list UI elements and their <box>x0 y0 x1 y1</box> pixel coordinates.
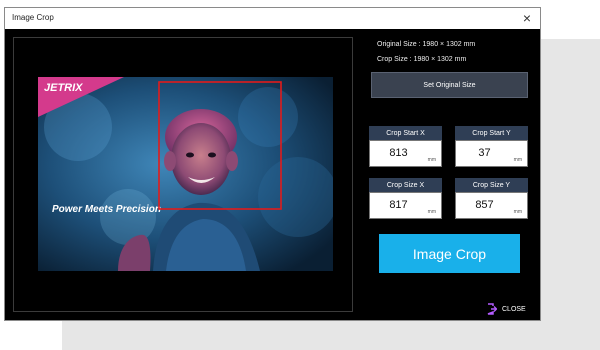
title-bar: Image Crop × <box>5 8 540 30</box>
crop-size-y-label: Crop Size Y <box>455 178 528 192</box>
crop-start-x-value: 813 <box>389 147 408 159</box>
crop-size-text: Crop Size : 1980 × 1302 mm <box>377 56 467 63</box>
crop-start-x-unit: mm <box>427 157 436 163</box>
crop-start-y-input[interactable]: 37 mm <box>455 140 528 167</box>
crop-start-y-value: 37 <box>478 147 491 159</box>
crop-start-y-label: Crop Start Y <box>455 126 528 140</box>
dialog-content: JETRIX Power Meets Precision Original Si… <box>5 29 540 320</box>
crop-start-x-label: Crop Start X <box>369 126 442 140</box>
window-close-icon[interactable]: × <box>519 9 535 27</box>
jetrix-logo: JETRIX <box>44 82 83 94</box>
preview-image: JETRIX Power Meets Precision <box>38 77 333 271</box>
crop-start-x-input[interactable]: 813 mm <box>369 140 442 167</box>
crop-size-x-value: 817 <box>389 199 408 211</box>
window-title: Image Crop <box>12 13 54 22</box>
crop-size-x-label: Crop Size X <box>369 178 442 192</box>
image-crop-dialog: Image Crop × JETRIX Power Meets Precisio… <box>4 7 541 321</box>
crop-start-y-unit: mm <box>513 157 522 163</box>
close-button[interactable]: CLOSE <box>487 302 526 316</box>
original-size-text: Original Size : 1980 × 1302 mm <box>377 41 476 48</box>
crop-size-x-field: Crop Size X 817 mm <box>369 178 442 220</box>
crop-size-y-field: Crop Size Y 857 mm <box>455 178 528 220</box>
crop-size-x-unit: mm <box>427 209 436 215</box>
crop-size-y-unit: mm <box>513 209 522 215</box>
exit-icon <box>487 303 497 315</box>
crop-start-x-field: Crop Start X 813 mm <box>369 126 442 168</box>
set-original-size-button[interactable]: Set Original Size <box>371 72 528 98</box>
watermark-text: Power Meets Precision <box>52 204 161 215</box>
close-label: CLOSE <box>502 305 526 313</box>
crop-size-x-input[interactable]: 817 mm <box>369 192 442 219</box>
crop-start-y-field: Crop Start Y 37 mm <box>455 126 528 168</box>
image-crop-button[interactable]: Image Crop <box>379 234 520 273</box>
crop-size-y-input[interactable]: 857 mm <box>455 192 528 219</box>
crop-size-y-value: 857 <box>475 199 494 211</box>
